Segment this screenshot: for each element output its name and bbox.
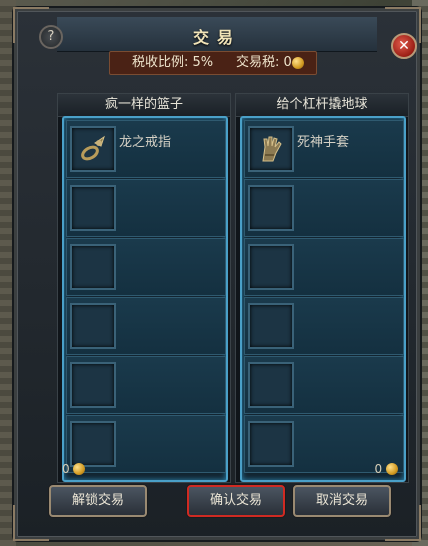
left-item-row-5[interactable] xyxy=(66,356,226,414)
right-gold-value: 0 xyxy=(374,462,383,476)
glove-icon xyxy=(262,136,282,162)
cancel-trade-button[interactable]: 取消交易 xyxy=(293,485,391,517)
tax-info-bar: 税收比例: 5% 交易税: 0 xyxy=(109,51,317,75)
left-item-slot-2[interactable] xyxy=(70,185,116,231)
right-item-name-1: 死神手套 xyxy=(297,135,350,150)
left-item-row-2[interactable] xyxy=(66,179,226,237)
gold-coin-icon xyxy=(292,57,304,69)
right-item-row-2 xyxy=(244,179,404,237)
left-item-slot-3[interactable] xyxy=(70,244,116,290)
gold-coin-icon xyxy=(386,463,398,475)
left-gold-value: 0 xyxy=(62,462,70,476)
right-item-row-5 xyxy=(244,356,404,414)
my-trade-panel: 疯一样的篮子 龙之戒指 0 xyxy=(57,93,231,483)
right-item-slot-1[interactable] xyxy=(248,126,294,172)
tax-rate-label: 税收比例: 5% xyxy=(132,55,214,70)
close-icon: ✕ xyxy=(398,38,410,54)
left-item-row-1[interactable]: 龙之戒指 xyxy=(66,120,226,178)
left-item-row-3[interactable] xyxy=(66,238,226,296)
right-item-row-1[interactable]: 死神手套 xyxy=(244,120,404,178)
close-button[interactable]: ✕ xyxy=(391,33,417,59)
right-item-slot-5 xyxy=(248,362,294,408)
right-item-grid: 死神手套 xyxy=(240,116,406,482)
help-button[interactable]: ? xyxy=(39,25,63,49)
right-item-slot-2 xyxy=(248,185,294,231)
partner-trade-panel: 给个杠杆撬地球 死神手套 0 xyxy=(235,93,409,483)
unlock-trade-button[interactable]: 解锁交易 xyxy=(49,485,147,517)
question-mark-icon: ? xyxy=(47,29,55,44)
right-player-name: 给个杠杆撬地球 xyxy=(236,94,408,117)
left-item-row-6[interactable] xyxy=(66,415,226,473)
left-item-grid: 龙之戒指 xyxy=(62,116,228,482)
right-item-slot-6 xyxy=(248,421,294,467)
left-player-name: 疯一样的篮子 xyxy=(58,94,230,117)
right-item-slot-4 xyxy=(248,303,294,349)
left-item-slot-5[interactable] xyxy=(70,362,116,408)
confirm-trade-button[interactable]: 确认交易 xyxy=(187,485,285,517)
trade-tax-label: 交易税: 0 xyxy=(236,55,292,70)
ring-icon xyxy=(81,135,105,161)
left-item-row-4[interactable] xyxy=(66,297,226,355)
left-item-slot-6[interactable] xyxy=(70,421,116,467)
right-gold-amount: 0 xyxy=(375,462,398,476)
trade-window: 交易 ? ✕ 税收比例: 5% 交易税: 0 疯一样的篮子 龙之戒指 0 给个杠… xyxy=(13,7,421,541)
left-item-slot-1[interactable] xyxy=(70,126,116,172)
right-item-slot-3 xyxy=(248,244,294,290)
right-item-row-4 xyxy=(244,297,404,355)
right-item-row-3 xyxy=(244,238,404,296)
left-item-name-1: 龙之戒指 xyxy=(119,135,172,150)
left-item-slot-4[interactable] xyxy=(70,303,116,349)
title-bar: 交易 xyxy=(57,17,377,52)
gold-coin-icon xyxy=(73,463,86,475)
window-title: 交易 xyxy=(192,28,241,47)
left-gold-amount[interactable]: 0 xyxy=(62,462,86,476)
frame-corner-bottom-left xyxy=(13,505,49,541)
